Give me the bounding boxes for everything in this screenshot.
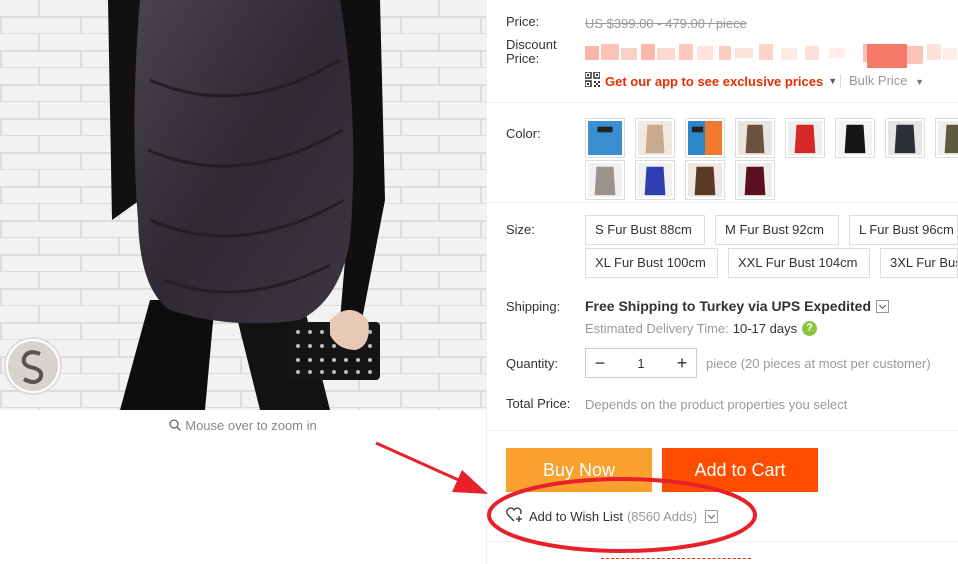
- discount-price-label: Discount Price:: [506, 37, 557, 66]
- decrease-button[interactable]: −: [586, 353, 614, 374]
- caret-down-icon: ▼: [915, 77, 925, 87]
- add-to-cart-button[interactable]: Add to Cart: [662, 448, 818, 492]
- color-swatch[interactable]: [585, 118, 625, 158]
- size-label: Size:: [506, 222, 535, 237]
- section-divider: [487, 202, 958, 203]
- color-label: Color:: [506, 126, 541, 141]
- app-exclusive-text: Get our app to see exclusive prices: [605, 73, 824, 89]
- size-option-m[interactable]: M Fur Bust 92cm: [715, 215, 839, 245]
- magnifier-icon: [169, 419, 182, 434]
- color-swatch[interactable]: [785, 118, 825, 158]
- product-main-image[interactable]: [0, 0, 486, 410]
- zoom-hint: Mouse over to zoom in: [0, 418, 486, 434]
- app-exclusive-link[interactable]: Get our app to see exclusive prices ▼: [584, 71, 838, 90]
- size-option-3xl[interactable]: 3XL Fur Bust: [880, 248, 958, 278]
- color-swatch[interactable]: [935, 118, 958, 158]
- section-divider: [487, 430, 958, 431]
- help-icon[interactable]: ?: [802, 321, 818, 336]
- qr-code-icon: [584, 71, 601, 90]
- increase-button[interactable]: +: [668, 353, 696, 374]
- quantity-input[interactable]: [614, 350, 668, 376]
- shipping-method[interactable]: Free Shipping to Turkey via UPS Expedite…: [585, 298, 890, 314]
- wish-list-text: Add to Wish List: [529, 509, 623, 524]
- color-swatch[interactable]: [585, 160, 625, 200]
- shipping-label: Shipping:: [506, 299, 561, 314]
- buy-now-button[interactable]: Buy Now: [506, 448, 652, 492]
- add-to-wish-list[interactable]: Add to Wish List (8560 Adds): [506, 507, 719, 526]
- delivery-label: Estimated Delivery Time:: [585, 321, 729, 336]
- quantity-stepper: − +: [585, 348, 697, 378]
- discount-price-blurred: [585, 40, 957, 68]
- section-divider: [487, 541, 958, 542]
- size-option-l[interactable]: L Fur Bust 96cm: [849, 215, 958, 245]
- color-swatch[interactable]: [735, 118, 775, 158]
- store-logo[interactable]: [4, 337, 62, 395]
- heart-plus-icon: [506, 507, 524, 526]
- caret-down-icon: ▼: [828, 76, 838, 86]
- color-swatch[interactable]: [885, 118, 925, 158]
- original-price: US $399.00 - 479.00 / piece: [585, 16, 747, 31]
- wish-count: (8560 Adds): [626, 509, 698, 524]
- color-swatch[interactable]: [635, 160, 675, 200]
- total-price-label: Total Price:: [506, 396, 571, 411]
- quantity-label: Quantity:: [506, 356, 559, 371]
- shipping-method-text: Free Shipping to Turkey via UPS Expedite…: [585, 298, 872, 314]
- size-option-s[interactable]: S Fur Bust 88cm: [585, 215, 705, 245]
- color-swatch[interactable]: [685, 160, 725, 200]
- delivery-days: 10-17 days: [732, 321, 798, 336]
- price-label: Price:: [506, 14, 540, 29]
- delivery-estimate: Estimated Delivery Time: 10-17 days ?: [585, 321, 818, 336]
- chevron-down-icon[interactable]: [705, 510, 719, 523]
- total-price-note: Depends on the product properties you se…: [585, 397, 848, 412]
- size-option-xxl[interactable]: XXL Fur Bust 104cm: [728, 248, 870, 278]
- section-divider: [487, 102, 958, 103]
- chevron-down-icon[interactable]: [876, 299, 890, 313]
- product-gallery: Mouse over to zoom in: [0, 0, 486, 564]
- color-swatch[interactable]: [735, 160, 775, 200]
- dashed-box-edge: [601, 558, 751, 564]
- bulk-price-dropdown[interactable]: Bulk Price ▼: [839, 73, 925, 88]
- product-detail-panel: Price: US $399.00 - 479.00 / piece Disco…: [487, 0, 958, 564]
- color-swatch[interactable]: [685, 118, 725, 158]
- color-swatch[interactable]: [635, 118, 675, 158]
- bulk-price-text: Bulk Price: [849, 73, 908, 88]
- quantity-note: piece (20 pieces at most per customer): [706, 356, 931, 371]
- size-option-xl[interactable]: XL Fur Bust 100cm: [585, 248, 718, 278]
- color-swatch[interactable]: [835, 118, 875, 158]
- zoom-hint-text: Mouse over to zoom in: [185, 418, 317, 433]
